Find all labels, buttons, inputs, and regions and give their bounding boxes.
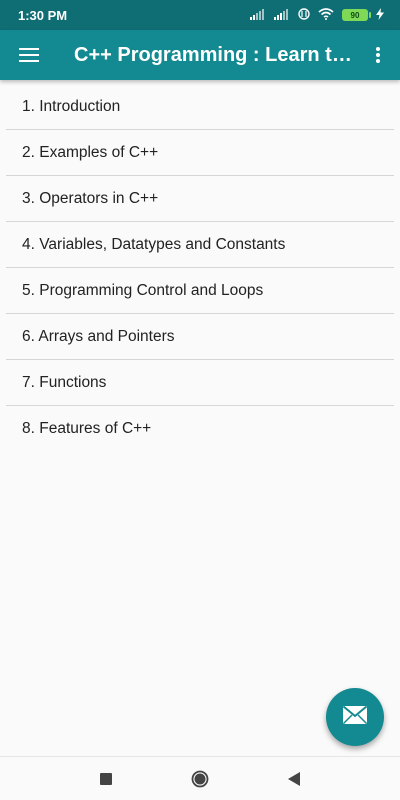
status-time: 1:30 PM: [18, 7, 68, 23]
list-item-examples[interactable]: 2. Examples of C++: [6, 130, 394, 176]
app-bar: C++ Programming : Learn to...: [0, 30, 400, 80]
list-item-operators[interactable]: 3. Operators in C++: [6, 176, 394, 222]
list-item-functions[interactable]: 7. Functions: [6, 360, 394, 406]
recents-square-icon[interactable]: [94, 767, 118, 791]
list-item-introduction[interactable]: 1. Introduction: [6, 84, 394, 130]
signal-icon: [250, 8, 266, 23]
email-icon: [342, 705, 368, 730]
list-item-features[interactable]: 8. Features of C++: [6, 406, 394, 452]
charging-icon: [376, 7, 384, 23]
data-arrows-icon: [298, 7, 310, 23]
back-triangle-icon[interactable]: [282, 767, 306, 791]
status-icons: 90: [250, 7, 384, 23]
app-title: C++ Programming : Learn to...: [74, 43, 356, 66]
list-item-arrays-pointers[interactable]: 6. Arrays and Pointers: [6, 314, 394, 360]
list-item-variables[interactable]: 4. Variables, Datatypes and Constants: [6, 222, 394, 268]
wifi-icon: [318, 7, 334, 23]
topic-list: 1. Introduction 2. Examples of C++ 3. Op…: [0, 84, 400, 452]
signal-icon: [274, 8, 290, 23]
home-circle-icon[interactable]: [188, 767, 212, 791]
battery-icon: 90: [342, 9, 371, 21]
list-item-control-loops[interactable]: 5. Programming Control and Loops: [6, 268, 394, 314]
status-bar: 1:30 PM 90: [0, 0, 400, 30]
email-fab-button[interactable]: [326, 688, 384, 746]
more-vert-icon[interactable]: [356, 30, 400, 80]
navigation-bar: [0, 756, 400, 800]
hamburger-menu-icon[interactable]: [0, 30, 56, 80]
